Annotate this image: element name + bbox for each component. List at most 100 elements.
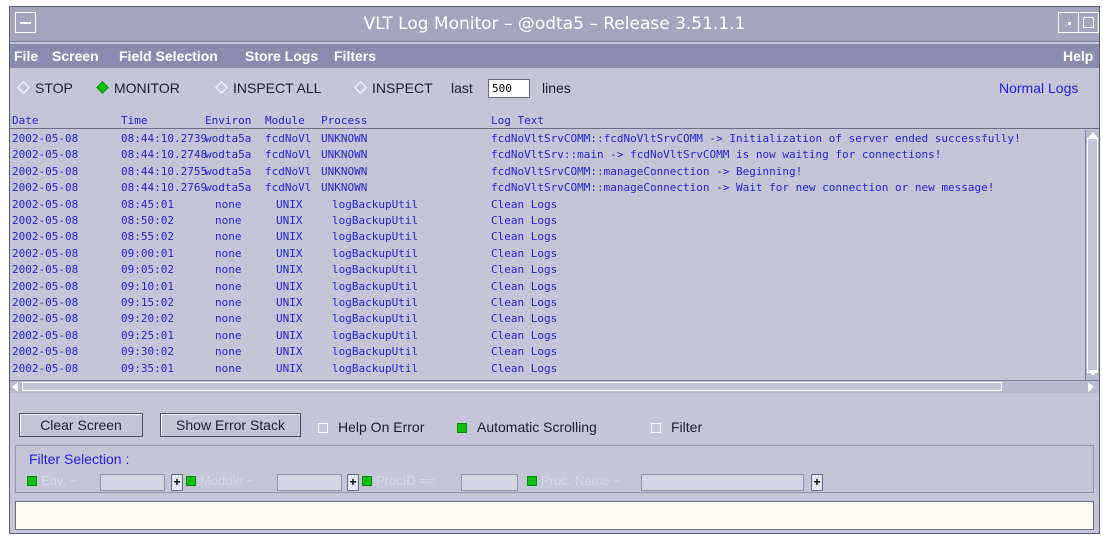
minimize-icon [1068, 22, 1071, 25]
cell-date: 2002-05-08 [12, 279, 79, 293]
log-row[interactable]: 2002-05-08 08:50:02 none UNIX logBackupUtil C… [10, 213, 1084, 229]
cell-environ: none [215, 345, 242, 359]
column-environ[interactable]: Environ [205, 114, 251, 127]
status-message-field[interactable] [15, 501, 1094, 530]
cell-time: 08:44:10.2769 [121, 181, 208, 195]
log-row[interactable]: 2002-05-08 08:55:02 none UNIX logBackupUtil C… [10, 229, 1084, 245]
menu-filters[interactable]: Filters [334, 48, 376, 64]
cell-process: logBackupUtil [332, 214, 419, 227]
proc-name-filter-add-button[interactable]: + [811, 474, 823, 491]
cell-environ: wodta5a [205, 132, 252, 145]
column-date[interactable]: Date [12, 114, 39, 127]
column-log-text[interactable]: Log Text [491, 114, 544, 127]
stop-label: STOP [35, 80, 73, 96]
cell-module: UNIX [276, 263, 303, 277]
monitor-radio[interactable]: MONITOR [96, 80, 180, 96]
inspect-all-radio[interactable]: INSPECT ALL [215, 80, 321, 96]
log-row[interactable]: 2002-05-08 09:35:01 none UNIX logBackupUtil C… [10, 361, 1084, 377]
cell-log-text: Clean Logs [491, 361, 558, 375]
env-filter-add-button[interactable]: + [171, 474, 183, 491]
scroll-down-arrow-icon[interactable] [1088, 370, 1098, 376]
env-filter-toggle[interactable]: Env. ~ [27, 473, 77, 490]
log-row[interactable]: 2002-05-08 09:20:02 none UNIX logBackupUtil C… [10, 311, 1084, 327]
cell-time: 08:50:02 [121, 214, 174, 227]
title-bar[interactable]: VLT Log Monitor – @odta5 – Release 3.51.… [10, 7, 1099, 42]
show-error-stack-button[interactable]: Show Error Stack [160, 413, 301, 437]
cell-environ: none [215, 197, 242, 211]
column-module[interactable]: Module [265, 114, 305, 127]
filter-selection-panel: Filter Selection : Env. ~ + Module ~ + P… [15, 445, 1094, 493]
menu-field-selection[interactable]: Field Selection [119, 48, 218, 64]
cell-environ: none [215, 312, 242, 326]
proc-name-filter-toggle[interactable]: Proc. Name ~ [527, 473, 621, 490]
log-row[interactable]: 2002-05-08 08:44:10.2769 wodta5a fcdNoVl UNK… [10, 180, 1084, 196]
filter-checkbox[interactable]: Filter [651, 419, 702, 435]
module-filter-toggle[interactable]: Module ~ [186, 473, 254, 490]
diamond-radio-icon [17, 81, 30, 94]
lines-count-input[interactable]: 500 [488, 79, 530, 98]
cell-environ: none [215, 230, 242, 244]
cell-log-text: Clean Logs [491, 279, 558, 293]
log-row[interactable]: 2002-05-08 09:25:01 none UNIX logBackupUtil C… [10, 328, 1084, 344]
procid-filter-toggle[interactable]: ProcID == [362, 473, 435, 490]
horizontal-scrollbar[interactable] [10, 380, 1099, 393]
proc-name-filter-label: Proc. Name ~ [541, 473, 621, 488]
vertical-scroll-thumb[interactable] [1087, 138, 1098, 373]
column-process[interactable]: Process [321, 114, 367, 127]
cell-environ: wodta5a [205, 181, 252, 195]
scroll-left-arrow-icon[interactable] [12, 382, 18, 392]
column-time[interactable]: Time [121, 114, 148, 127]
cell-time: 08:45:01 [121, 197, 174, 211]
env-filter-label: Env. ~ [41, 473, 78, 488]
cell-date: 2002-05-08 [12, 214, 79, 227]
cell-module: UNIX [276, 345, 303, 359]
maximize-button[interactable] [1078, 12, 1099, 33]
cell-date: 2002-05-08 [12, 296, 79, 309]
cell-process: logBackupUtil [332, 230, 419, 244]
log-row[interactable]: 2002-05-08 09:10:01 none UNIX logBackupUtil C… [10, 279, 1084, 295]
menu-help[interactable]: Help [1063, 48, 1093, 64]
cell-environ: none [215, 296, 242, 309]
cell-process-id: UNKNOWN [321, 132, 368, 145]
horizontal-scroll-thumb[interactable] [22, 382, 1002, 391]
cell-environ: wodta5a [205, 148, 252, 162]
inspect-label: INSPECT [372, 80, 433, 96]
menu-screen[interactable]: Screen [52, 48, 99, 64]
log-table[interactable]: Date Time Environ Module Process Log Tex… [10, 106, 1099, 393]
log-row[interactable]: 2002-05-08 09:30:02 none UNIX logBackupUtil C… [10, 344, 1084, 360]
cell-time: 09:20:02 [121, 312, 174, 326]
clear-screen-button[interactable]: Clear Screen [19, 413, 143, 437]
automatic-scrolling-checkbox[interactable]: Automatic Scrolling [457, 419, 597, 435]
log-row[interactable]: 2002-05-08 08:44:10.2755 wodta5a fcdNoVl UNK… [10, 164, 1084, 180]
log-row[interactable]: 2002-05-08 08:44:10.2748 wodta5a fcdNoVl UNK… [10, 147, 1084, 163]
proc-name-filter-input[interactable] [641, 474, 804, 491]
procid-filter-input[interactable] [461, 474, 518, 491]
log-row[interactable]: 2002-05-08 09:05:02 none UNIX logBackupUtil C… [10, 262, 1084, 278]
cell-log-text: Clean Logs [491, 246, 558, 260]
cell-process: logBackupUtil [332, 328, 419, 342]
module-filter-add-button[interactable]: + [347, 474, 359, 491]
log-row[interactable]: 2002-05-08 09:15:02 none UNIX logBackupUtil C… [10, 295, 1084, 311]
log-row[interactable]: 2002-05-08 09:00:01 none UNIX logBackupUtil C… [10, 246, 1084, 262]
log-row[interactable]: 2002-05-08 08:44:10.2739 wodta5a fcdNoVl UNK… [10, 131, 1084, 147]
normal-logs-link[interactable]: Normal Logs [999, 80, 1078, 96]
mode-bar: STOP MONITOR INSPECT ALL INSPECT last 50… [10, 71, 1099, 105]
cell-module: UNIX [276, 361, 303, 375]
help-on-error-checkbox[interactable]: Help On Error [318, 419, 424, 435]
cell-time: 08:44:10.2755 [121, 164, 208, 178]
vertical-scrollbar[interactable] [1085, 130, 1099, 380]
cell-date: 2002-05-08 [12, 164, 79, 178]
menu-bar: File Screen Field Selection Store Logs F… [10, 44, 1099, 68]
log-row[interactable]: 2002-05-08 08:45:01 none UNIX logBackupUtil C… [10, 197, 1084, 213]
scroll-right-arrow-icon[interactable] [1088, 382, 1094, 392]
inspect-radio[interactable]: INSPECT [354, 80, 433, 96]
module-filter-input[interactable] [277, 474, 342, 491]
cell-log-text: Clean Logs [491, 214, 558, 227]
cell-process: logBackupUtil [332, 312, 419, 326]
env-filter-input[interactable] [100, 474, 165, 491]
minimize-button[interactable] [1058, 12, 1079, 33]
cell-time: 09:10:01 [121, 279, 174, 293]
stop-radio[interactable]: STOP [17, 80, 73, 96]
menu-store-logs[interactable]: Store Logs [245, 48, 318, 64]
menu-file[interactable]: File [14, 48, 38, 64]
